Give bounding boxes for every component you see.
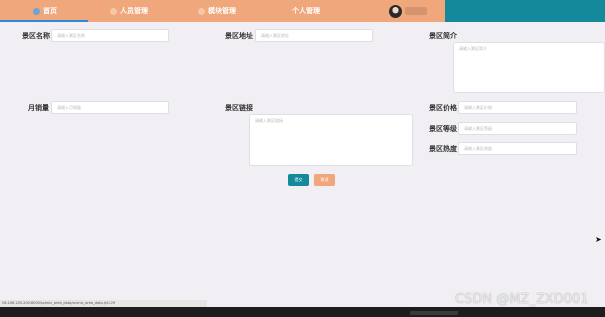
name-label: 景区名称 <box>22 32 50 40</box>
nav-item-profile-label: 个人管理 <box>292 7 320 15</box>
intro-label: 景区简介 <box>429 32 457 40</box>
user-icon <box>110 7 117 15</box>
price-label: 景区价格 <box>429 104 457 112</box>
top-nav: 首页 人员管理 模块管理 个人管理 <box>0 0 445 22</box>
nav-item-modules-label: 模块管理 <box>208 7 236 15</box>
top-nav-right-panel <box>445 0 605 22</box>
nav-item-modules[interactable]: 模块管理 <box>198 0 236 22</box>
address-input[interactable]: 请输入景区地址 <box>255 29 373 42</box>
submit-button[interactable]: 提交 <box>288 174 309 186</box>
nav-item-profile[interactable]: 个人管理 <box>292 0 320 22</box>
heat-input[interactable]: 请输入景区热度 <box>458 142 577 155</box>
nav-item-users-label: 人员管理 <box>120 7 148 15</box>
monthly-sales-label: 月销量 <box>28 104 49 112</box>
link-label: 景区链接 <box>225 104 253 112</box>
monthly-sales-input[interactable]: 请输入月销量 <box>51 101 169 114</box>
grade-label: 景区等级 <box>429 125 457 133</box>
active-tab-indicator <box>0 20 88 22</box>
home-icon <box>33 7 40 15</box>
grade-input[interactable]: 请输入景区等级 <box>458 122 577 135</box>
name-input[interactable]: 请输入景区名称 <box>51 29 169 42</box>
taskbar-item[interactable] <box>410 311 458 315</box>
link-textarea[interactable]: 请输入景区链接 <box>249 114 413 166</box>
user-name-placeholder[interactable] <box>405 7 427 15</box>
intro-textarea[interactable]: 请输入景区简介 <box>453 42 605 93</box>
mouse-cursor-icon: ➤ <box>595 235 602 244</box>
nav-item-users[interactable]: 人员管理 <box>110 0 148 22</box>
module-icon <box>198 7 205 15</box>
avatar[interactable] <box>389 5 402 18</box>
status-url-bar: 26.106.105.200:8000/scenic_area_data/sce… <box>0 300 207 307</box>
price-input[interactable]: 请输入景区价格 <box>458 101 577 114</box>
cancel-button[interactable]: 取消 <box>314 174 335 186</box>
address-label: 景区地址 <box>225 32 253 40</box>
heat-label: 景区热度 <box>429 145 457 153</box>
nav-item-home-label: 首页 <box>43 7 57 15</box>
nav-item-home[interactable]: 首页 <box>33 0 57 22</box>
watermark-text: CSDN @MZ_ZXD001 <box>455 292 589 307</box>
taskbar <box>0 307 605 317</box>
